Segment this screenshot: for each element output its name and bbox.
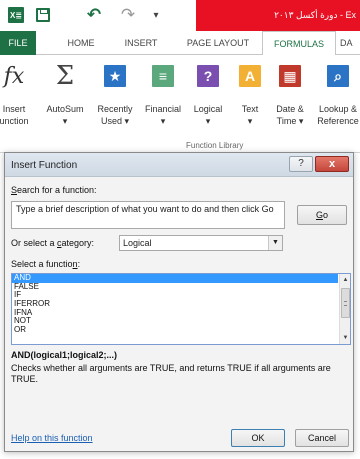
text-functions-button[interactable]: A Text ▾ (232, 55, 268, 143)
insert-function-dialog: Insert Function ? x Search for a functio… (4, 152, 354, 452)
search-label: Search for a function: (11, 185, 97, 195)
function-list-label: Select a function: (11, 259, 81, 269)
list-item-not[interactable]: NOT (12, 317, 338, 326)
dialog-title-bar[interactable]: Insert Function ? x (5, 153, 353, 177)
fx-icon: fx (3, 63, 25, 89)
financial-icon: ≡ (150, 63, 176, 89)
tab-file[interactable]: FILE (0, 31, 36, 55)
scroll-thumb[interactable] (341, 288, 350, 318)
customize-quick-access-icon[interactable]: ▾ (150, 6, 162, 24)
function-list-scrollbar[interactable]: ▲ ▼ (339, 274, 350, 344)
category-value: Logical (123, 238, 152, 248)
lookup-reference-button[interactable]: ⌕ Lookup & Reference (312, 55, 360, 143)
tab-data[interactable]: DA (340, 31, 360, 55)
help-on-function-link[interactable]: Help on this function (11, 433, 93, 443)
window-title-area: دورة أكسل ٢٠١٣ - Ex (196, 0, 360, 31)
insert-function-label-2: unction (0, 116, 29, 126)
financial-dropdown: ▾ (160, 116, 166, 126)
ok-button[interactable]: OK (231, 429, 285, 447)
category-select[interactable]: Logical ▼ (119, 235, 283, 251)
function-description: Checks whether all arguments are TRUE, a… (11, 363, 331, 384)
lookup-icon: ⌕ (325, 63, 351, 89)
tab-insert[interactable]: INSERT (116, 31, 166, 55)
excel-logo-icon[interactable]: X≣ (8, 7, 24, 23)
category-label: Or select a category: (11, 238, 95, 248)
recently-used-button[interactable]: ★ Recently Used ▾ (92, 55, 138, 143)
list-item-and[interactable]: AND (12, 274, 338, 283)
lookup-reference-label: Lookup & (318, 104, 358, 114)
date-time-label-2: Time ▾ (276, 116, 304, 126)
date-time-button[interactable]: ▦ Date & Time ▾ (270, 55, 310, 143)
save-icon[interactable] (36, 8, 50, 22)
text-icon: A (237, 63, 263, 89)
logical-dropdown: ▾ (205, 116, 211, 126)
sigma-icon: Σ (55, 61, 75, 91)
insert-function-button[interactable]: fx Insert unction (0, 55, 36, 143)
tab-home[interactable]: HOME (56, 31, 106, 55)
recently-used-label-2: Used ▾ (100, 116, 130, 126)
function-syntax: AND(logical1;logical2;...) (11, 350, 118, 360)
function-list[interactable]: AND FALSE IF IFERROR IFNA NOT OR ▲ ▼ (11, 273, 351, 345)
undo-icon[interactable]: ↶ (86, 5, 102, 24)
list-item-ifna[interactable]: IFNA (12, 308, 338, 318)
scroll-down-icon[interactable]: ▼ (340, 333, 350, 343)
question-icon: ? (195, 63, 221, 89)
list-item-or[interactable]: OR (12, 325, 338, 335)
financial-label: Financial (144, 104, 182, 114)
recently-used-label: Recently (97, 104, 133, 114)
title-bar: X≣ ↶ ↷ ▾ دورة أكسل ٢٠١٣ - Ex (0, 0, 360, 31)
window-title: دورة أكسل ٢٠١٣ - Ex (274, 10, 356, 20)
star-icon: ★ (102, 63, 128, 89)
list-item-iferror[interactable]: IFERROR (12, 299, 338, 309)
calendar-icon: ▦ (277, 63, 303, 89)
insert-function-label: Insert (2, 104, 26, 114)
list-item-if[interactable]: IF (12, 291, 338, 300)
list-item-false[interactable]: FALSE (12, 282, 338, 292)
cancel-button[interactable]: Cancel (295, 429, 349, 447)
autosum-button[interactable]: Σ AutoSum ▾ (40, 55, 90, 143)
tab-formulas[interactable]: FORMULAS (262, 31, 336, 56)
scroll-up-icon[interactable]: ▲ (340, 275, 350, 285)
function-library-group-label: Function Library (186, 141, 244, 150)
chevron-down-icon[interactable]: ▼ (268, 236, 282, 250)
dialog-title: Insert Function (11, 160, 78, 171)
text-functions-dropdown: ▾ (247, 116, 253, 126)
go-button[interactable]: Go (297, 205, 347, 225)
financial-button[interactable]: ≡ Financial ▾ (140, 55, 186, 143)
ribbon-tabs: FILE HOME INSERT PAGE LAYOUT FORMULAS DA (0, 31, 360, 56)
search-input[interactable]: Type a brief description of what you wan… (11, 201, 285, 229)
close-button[interactable]: x (315, 156, 349, 172)
logical-button[interactable]: ? Logical ▾ (188, 55, 228, 143)
autosum-label: AutoSum (46, 104, 84, 114)
redo-icon[interactable]: ↷ (120, 5, 136, 24)
text-functions-label: Text (241, 104, 259, 114)
help-button[interactable]: ? (289, 156, 313, 172)
autosum-dropdown: ▾ (62, 116, 68, 126)
date-time-label: Date & (276, 104, 304, 114)
lookup-reference-label-2: Reference (317, 116, 359, 126)
ribbon-formulas: fx Insert unction Σ AutoSum ▾ ★ Recently… (0, 55, 360, 153)
logical-label: Logical (193, 104, 223, 114)
tab-page-layout[interactable]: PAGE LAYOUT (178, 31, 258, 55)
